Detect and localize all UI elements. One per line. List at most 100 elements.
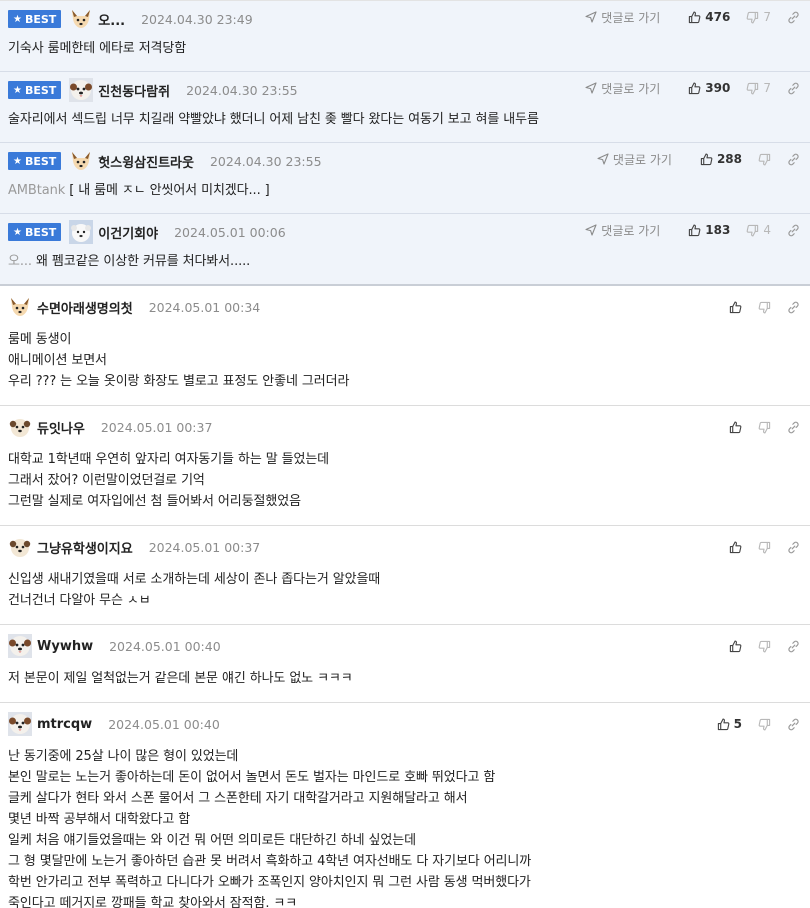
copy-link-button[interactable]	[787, 301, 800, 314]
upvote-button[interactable]: 476	[688, 10, 730, 24]
go-to-reply-link[interactable]: 댓글로 가기	[585, 80, 660, 97]
avatar[interactable]	[69, 78, 94, 102]
downvote-button[interactable]	[758, 718, 771, 731]
comment-header: ★ BEST 오... 2024.04.30 23:49 댓글로 가기 476 7	[8, 1, 810, 37]
best-label: BEST	[24, 154, 57, 168]
avatar[interactable]	[8, 712, 32, 736]
avatar[interactable]	[8, 634, 32, 658]
comment-header: Wywhw 2024.05.01 00:40	[8, 625, 810, 667]
thumbs-up-icon	[689, 224, 701, 236]
downvote-button[interactable]	[758, 301, 771, 314]
avatar[interactable]	[8, 295, 32, 319]
comment-text: 대학교 1학년때 우연히 앞자리 여자동기들 하는 말 들었는데 그래서 잤어?…	[8, 452, 330, 509]
thumbs-down-icon	[758, 301, 771, 313]
comment-actions	[713, 298, 800, 316]
upvote-count: 390	[705, 81, 731, 95]
comment-actions	[713, 418, 800, 436]
comment-actions: 댓글로 가기 183 4	[585, 221, 800, 239]
comment-text: [ 내 룸메 ㅈㄴ 안씻어서 미치겠다... ]	[65, 183, 270, 198]
comment-actions	[713, 637, 800, 655]
downvote-button[interactable]: 7	[746, 81, 771, 95]
author-nickname[interactable]: 수면아래생명의첫	[37, 298, 133, 317]
upvote-button[interactable]	[729, 421, 742, 434]
upvote-count: 476	[705, 10, 731, 24]
go-to-reply-link[interactable]: 댓글로 가기	[597, 151, 672, 168]
copy-link-button[interactable]	[787, 153, 800, 166]
author-nickname[interactable]: 듀잇나우	[37, 418, 85, 437]
comment-actions: 댓글로 가기 288	[597, 150, 800, 168]
author-nickname[interactable]: 그냥유학생이지요	[37, 538, 133, 557]
best-badge: ★ BEST	[8, 81, 62, 99]
reply-label: 댓글로 가기	[601, 81, 661, 96]
copy-link-button[interactable]	[787, 224, 800, 237]
comment-date: 2024.05.01 00:06	[174, 224, 286, 240]
comment-actions: 댓글로 가기 390 7	[585, 79, 800, 97]
avatar[interactable]	[69, 149, 93, 173]
reply-label: 댓글로 가기	[601, 10, 661, 25]
link-icon	[788, 82, 799, 94]
downvote-button[interactable]	[758, 153, 771, 166]
thumbs-down-icon	[746, 224, 759, 236]
thumbs-up-icon	[689, 11, 701, 23]
copy-link-button[interactable]	[787, 640, 800, 653]
upvote-button[interactable]: 390	[688, 81, 730, 95]
star-icon: ★	[13, 226, 22, 238]
link-icon	[788, 718, 799, 730]
avatar[interactable]	[69, 7, 93, 31]
upvote-button[interactable]	[729, 640, 742, 653]
author-nickname[interactable]: 진천동다람쥐	[98, 81, 170, 100]
downvote-button[interactable]	[758, 421, 771, 434]
go-to-reply-link[interactable]: 댓글로 가기	[585, 222, 660, 239]
comment-header: 듀잇나우 2024.05.01 00:37	[8, 406, 810, 448]
comment-actions: 댓글로 가기 476 7	[585, 8, 800, 26]
author-nickname[interactable]: mtrcqw	[37, 717, 92, 732]
upvote-button[interactable]: 183	[688, 223, 730, 237]
downvote-button[interactable]: 4	[746, 223, 771, 237]
link-icon	[788, 11, 799, 23]
send-icon	[585, 82, 597, 94]
comment-text: 기숙사 룸메한테 에타로 저격당함	[8, 41, 187, 56]
copy-link-button[interactable]	[787, 421, 800, 434]
link-icon	[788, 224, 799, 236]
upvote-button[interactable]	[729, 541, 742, 554]
comment-date: 2024.05.01 00:40	[109, 638, 221, 654]
avatar[interactable]	[8, 415, 32, 439]
reply-label: 댓글로 가기	[612, 152, 672, 167]
comment-item: ★ BEST 진천동다람쥐 2024.04.30 23:55 댓글로 가기 390…	[0, 72, 810, 143]
comment-actions	[713, 538, 800, 556]
thumbs-down-icon	[758, 153, 771, 165]
upvote-button[interactable]: 5	[717, 717, 742, 731]
downvote-count: 4	[763, 223, 771, 237]
upvote-button[interactable]	[729, 301, 742, 314]
copy-link-button[interactable]	[787, 541, 800, 554]
copy-link-button[interactable]	[787, 718, 800, 731]
downvote-button[interactable]	[758, 640, 771, 653]
comment-header: ★ BEST 진천동다람쥐 2024.04.30 23:55 댓글로 가기 390…	[8, 72, 810, 108]
author-nickname[interactable]: 헛스윙삼진트라웃	[98, 152, 194, 171]
avatar[interactable]	[8, 535, 32, 559]
comment-date: 2024.04.30 23:55	[186, 82, 298, 98]
comment-text: 왜 펨코같은 이상한 커뮤를 처다봐서.....	[31, 254, 251, 269]
comment-item: ★ BEST 헛스윙삼진트라웃 2024.04.30 23:55 댓글로 가기 2…	[0, 143, 810, 214]
comment-prefix[interactable]: 오...	[8, 254, 32, 269]
author-nickname[interactable]: 오...	[98, 10, 125, 29]
link-icon	[788, 301, 799, 313]
author-nickname[interactable]: 이건기회야	[98, 223, 158, 242]
comment-date: 2024.05.01 00:34	[148, 299, 261, 315]
comment-prefix[interactable]: AMBtank	[8, 183, 65, 198]
downvote-button[interactable]: 7	[746, 10, 771, 24]
comment-date: 2024.05.01 00:37	[100, 419, 213, 435]
go-to-reply-link[interactable]: 댓글로 가기	[585, 9, 660, 26]
comment-body: AMBtank [ 내 룸메 ㅈㄴ 안씻어서 미치겠다... ]	[8, 179, 810, 213]
comment-body: 난 동기중에 25살 나이 많은 형이 있었는데 본인 말로는 노는거 좋아하는…	[8, 745, 810, 908]
author-nickname[interactable]: Wywhw	[37, 639, 93, 654]
send-icon	[585, 11, 597, 23]
thumbs-down-icon	[758, 421, 771, 433]
downvote-button[interactable]	[758, 541, 771, 554]
avatar[interactable]	[69, 220, 94, 244]
upvote-button[interactable]: 288	[700, 152, 742, 166]
best-label: BEST	[24, 12, 57, 26]
copy-link-button[interactable]	[787, 11, 800, 24]
send-icon	[585, 224, 597, 236]
copy-link-button[interactable]	[787, 82, 800, 95]
